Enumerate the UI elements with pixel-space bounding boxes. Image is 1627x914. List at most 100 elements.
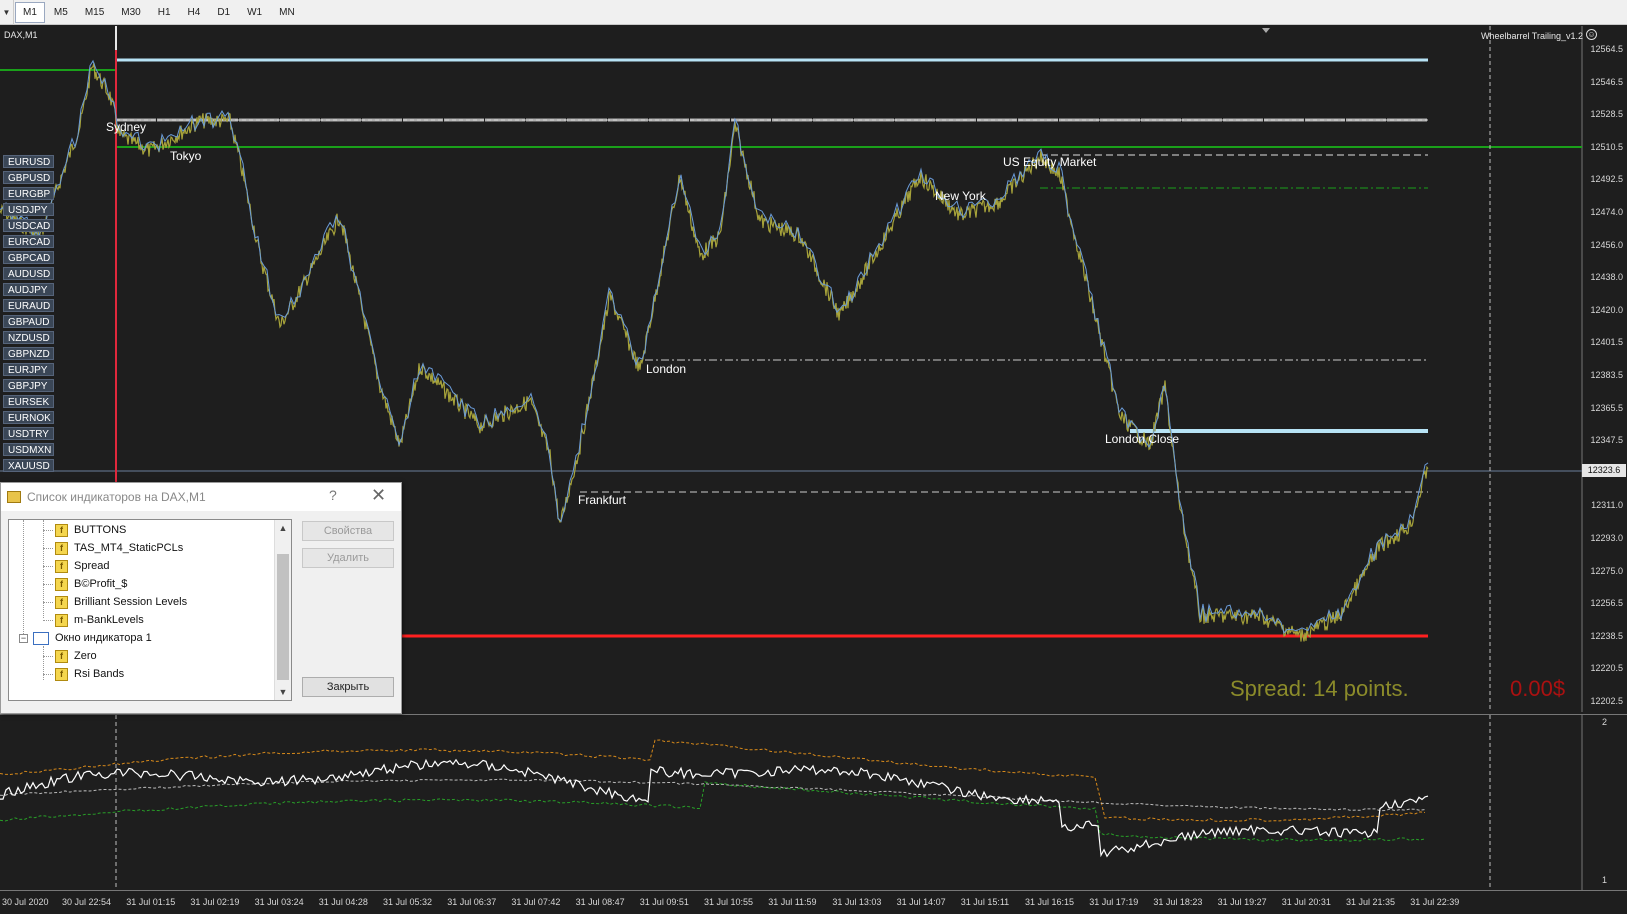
tree-item-label: B©Profit_$	[74, 578, 128, 590]
symbol-button-eurgbp[interactable]: EURGBP	[3, 187, 54, 200]
price-axis-label: 12383.5	[1590, 370, 1623, 380]
time-axis-label: 31 Jul 19:27	[1217, 897, 1267, 907]
scroll-down-icon[interactable]: ▼	[275, 684, 291, 700]
symbol-button-gbpaud[interactable]: GBPAUD	[3, 315, 54, 328]
symbol-button-audusd[interactable]: AUDUSD	[3, 267, 54, 280]
price-axis-label: 12546.5	[1590, 76, 1623, 87]
symbol-button-eurnok[interactable]: EURNOK	[3, 411, 54, 424]
tree-item-brilliant-session[interactable]: f Brilliant Session Levels	[55, 594, 187, 610]
tree-item-tas-staticpcls[interactable]: f TAS_MT4_StaticPCLs	[55, 540, 183, 556]
time-axis-label: 31 Jul 21:35	[1346, 897, 1396, 907]
price-axis-label: 12238.5	[1590, 630, 1623, 641]
tree-item-buttons[interactable]: f BUTTONS	[55, 522, 126, 538]
indicator-scale-bottom: 1	[1601, 875, 1607, 885]
tree-item-spread[interactable]: f Spread	[55, 558, 109, 574]
symbol-button-gbpnzd[interactable]: GBPNZD	[3, 347, 54, 360]
tf-h4-button[interactable]: H4	[180, 2, 209, 23]
tree-item-zero[interactable]: f Zero	[55, 648, 97, 664]
symbol-button-gbpjpy[interactable]: GBPJPY	[3, 379, 54, 392]
delete-button[interactable]: Удалить	[302, 548, 394, 568]
tree-item-label: m-BankLevels	[74, 614, 144, 626]
tree-item-indicator-window[interactable]: Окно индикатора 1	[33, 630, 152, 646]
symbol-button-usdcad[interactable]: USDCAD	[3, 219, 54, 232]
symbol-button-eurjpy[interactable]: EURJPY	[3, 363, 54, 376]
indicator-icon: f	[55, 577, 68, 591]
price-axis-label: 12528.5	[1590, 109, 1623, 120]
price-axis-label: 12456.0	[1590, 239, 1623, 250]
indicator-list-icon	[7, 491, 21, 503]
time-axis-label: 31 Jul 13:03	[832, 897, 882, 907]
tf-m15-button[interactable]: M15	[77, 2, 112, 23]
tf-w1-button[interactable]: W1	[239, 2, 270, 23]
price-axis-label: 12202.5	[1590, 696, 1623, 706]
tree-item-profit[interactable]: f B©Profit_$	[55, 576, 127, 592]
tf-d1-button[interactable]: D1	[209, 2, 238, 23]
current-price-tag: 12323.6	[1582, 464, 1626, 477]
chart-title: DAX,M1	[4, 30, 38, 40]
indicator-subwindow[interactable]: 2 1	[0, 714, 1627, 891]
tf-m5-button[interactable]: M5	[46, 2, 76, 23]
time-axis-label: 31 Jul 07:42	[511, 897, 561, 907]
symbol-button-nzdusd[interactable]: NZDUSD	[3, 331, 54, 344]
session-label-london-close: London Close	[1105, 432, 1180, 446]
symbol-button-gbpcad[interactable]: GBPCAD	[3, 251, 54, 264]
indicator-icon: f	[55, 541, 68, 555]
dialog-titlebar[interactable]: Список индикаторов на DAX,M1 ? ✕	[1, 483, 401, 511]
price-axis-label: 12311.0	[1591, 500, 1623, 511]
tree-item-label: Spread	[74, 560, 110, 572]
tree-item-label: Окно индикатора 1	[55, 632, 152, 644]
symbol-button-usdjpy[interactable]: USDJPY	[3, 203, 54, 216]
symbol-button-usdmxn[interactable]: USDMXN	[3, 443, 54, 456]
help-icon[interactable]: ?	[329, 487, 337, 503]
price-axis-label: 12401.5	[1590, 337, 1623, 348]
tf-m1-button[interactable]: M1	[15, 1, 45, 23]
indicator-icon: f	[55, 649, 68, 663]
time-axis-label: 31 Jul 18:23	[1153, 897, 1203, 907]
price-axis-label: 12275.0	[1590, 565, 1623, 576]
scroll-up-icon[interactable]: ▲	[275, 520, 291, 536]
collapse-icon[interactable]: −	[19, 634, 28, 643]
tree-item-bank-levels[interactable]: f m-BankLevels	[55, 612, 144, 628]
scroll-thumb[interactable]	[277, 554, 289, 680]
symbol-button-eurusd[interactable]: EURUSD	[3, 155, 54, 168]
time-axis-label: 31 Jul 06:37	[447, 897, 497, 907]
tree-scrollbar[interactable]: ▲ ▼	[274, 520, 291, 700]
symbol-button-eurcad[interactable]: EURCAD	[3, 235, 54, 248]
time-axis-label: 31 Jul 01:15	[126, 897, 176, 907]
time-axis[interactable]: 30 Jul 2020 30 Jul 22:54 31 Jul 01:15 31 Ju…	[0, 890, 1627, 914]
symbol-button-audjpy[interactable]: AUDJPY	[3, 283, 54, 296]
tree-item-label: Zero	[74, 650, 97, 662]
time-axis-label: 31 Jul 15:11	[960, 897, 1010, 907]
symbol-button-gbpusd[interactable]: GBPUSD	[3, 171, 54, 184]
time-axis-label: 31 Jul 16:15	[1025, 897, 1075, 907]
symbol-button-eursek[interactable]: EURSEK	[3, 395, 54, 408]
tf-h1-button[interactable]: H1	[150, 2, 179, 23]
price-axis-label: 12492.5	[1590, 174, 1623, 185]
close-icon[interactable]: ✕	[371, 485, 386, 506]
price-axis-label: 12256.5	[1590, 598, 1623, 609]
time-axis-label: 31 Jul 10:55	[704, 897, 754, 907]
close-button[interactable]: Закрыть	[302, 677, 394, 697]
time-axis-label: 31 Jul 03:24	[254, 897, 304, 907]
indicator-tree[interactable]: f BUTTONS f TAS_MT4_StaticPCLs f Spread f B©…	[8, 519, 292, 701]
symbol-buttons-panel: EURUSD GBPUSD EURGBP USDJPY USDCAD EURCAD GBPC…	[3, 155, 54, 475]
symbol-button-xauusd[interactable]: XAUUSD	[3, 459, 54, 472]
price-axis-label: 12474.0	[1590, 207, 1623, 217]
symbol-button-usdtry[interactable]: USDTRY	[3, 427, 54, 440]
time-axis-label: 31 Jul 17:19	[1089, 897, 1139, 907]
properties-button[interactable]: Свойства	[302, 521, 394, 541]
tf-m30-button[interactable]: M30	[113, 2, 148, 23]
price-axis-label: 12420.0	[1590, 304, 1623, 315]
time-axis-label: 31 Jul 09:51	[639, 897, 689, 907]
session-label-tokyo: Tokyo	[170, 149, 202, 163]
tree-item-label: TAS_MT4_StaticPCLs	[74, 542, 184, 554]
price-axis-label: 12510.5	[1590, 141, 1623, 152]
toolbar-dropdown-icon[interactable]: ▼	[0, 0, 14, 25]
rsi-bands-canvas[interactable]	[0, 715, 1627, 891]
symbol-button-euraud[interactable]: EURAUD	[3, 299, 54, 312]
profit-readout: 0.00$	[1510, 676, 1566, 701]
indicator-icon: f	[55, 559, 68, 573]
tf-mn-button[interactable]: MN	[271, 2, 303, 23]
ea-smiley-icon[interactable]: ☺	[1586, 29, 1597, 40]
tree-item-rsi-bands[interactable]: f Rsi Bands	[55, 666, 124, 682]
